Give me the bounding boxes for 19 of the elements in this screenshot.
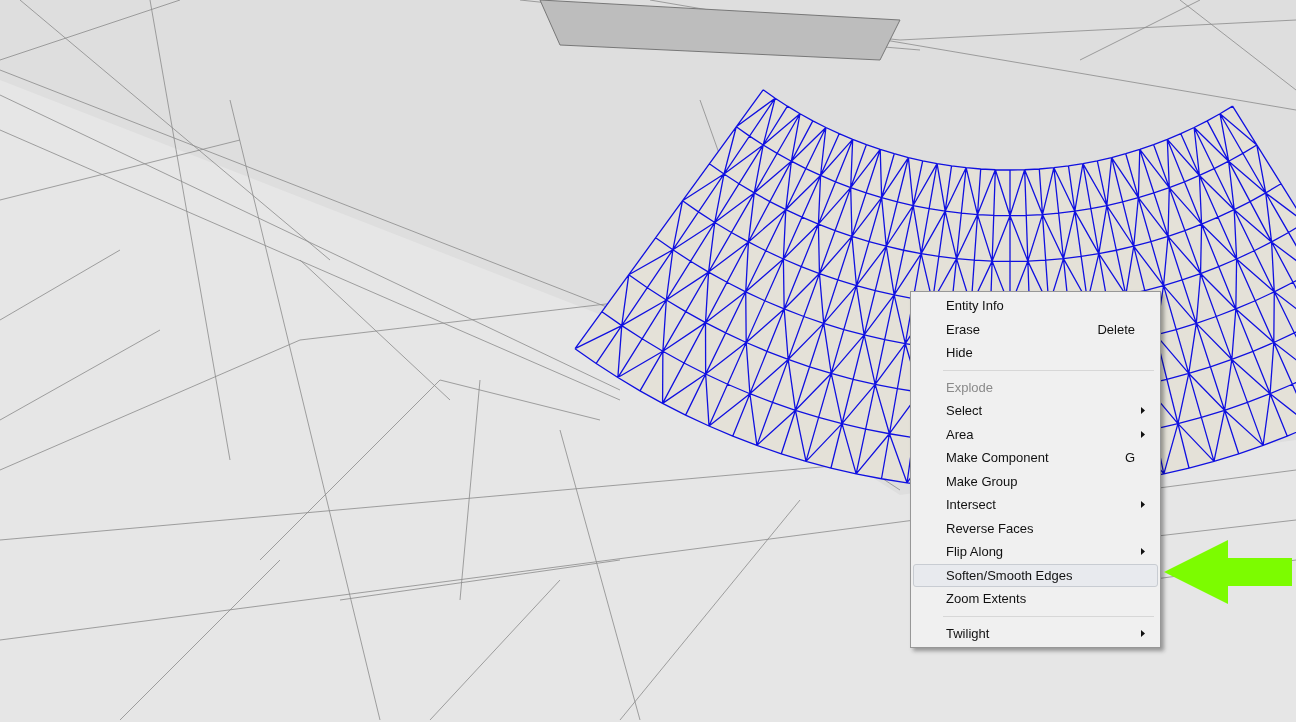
menu-item[interactable]: Make Group: [913, 469, 1158, 493]
menu-item[interactable]: Zoom Extents: [913, 587, 1158, 611]
menu-item[interactable]: Intersect: [913, 493, 1158, 517]
submenu-caret-icon: [1141, 501, 1145, 509]
menu-item[interactable]: Flip Along: [913, 540, 1158, 564]
pointer-arrow-icon: [1164, 540, 1292, 604]
menu-item[interactable]: Make Component G: [913, 446, 1158, 470]
menu-item[interactable]: Hide: [913, 341, 1158, 365]
submenu-caret-icon: [1141, 407, 1145, 415]
menu-item[interactable]: Entity Info: [913, 294, 1158, 318]
menu-item[interactable]: Twilight: [913, 621, 1158, 645]
menu-item[interactable]: Reverse Faces: [913, 516, 1158, 540]
menu-item[interactable]: Area: [913, 422, 1158, 446]
menu-item[interactable]: Select: [913, 399, 1158, 423]
submenu-caret-icon: [1141, 629, 1145, 637]
submenu-caret-icon: [1141, 430, 1145, 438]
submenu-caret-icon: [1141, 548, 1145, 556]
menu-item[interactable]: Erase Delete: [913, 317, 1158, 341]
menu-item[interactable]: Soften/Smooth Edges: [913, 563, 1158, 587]
